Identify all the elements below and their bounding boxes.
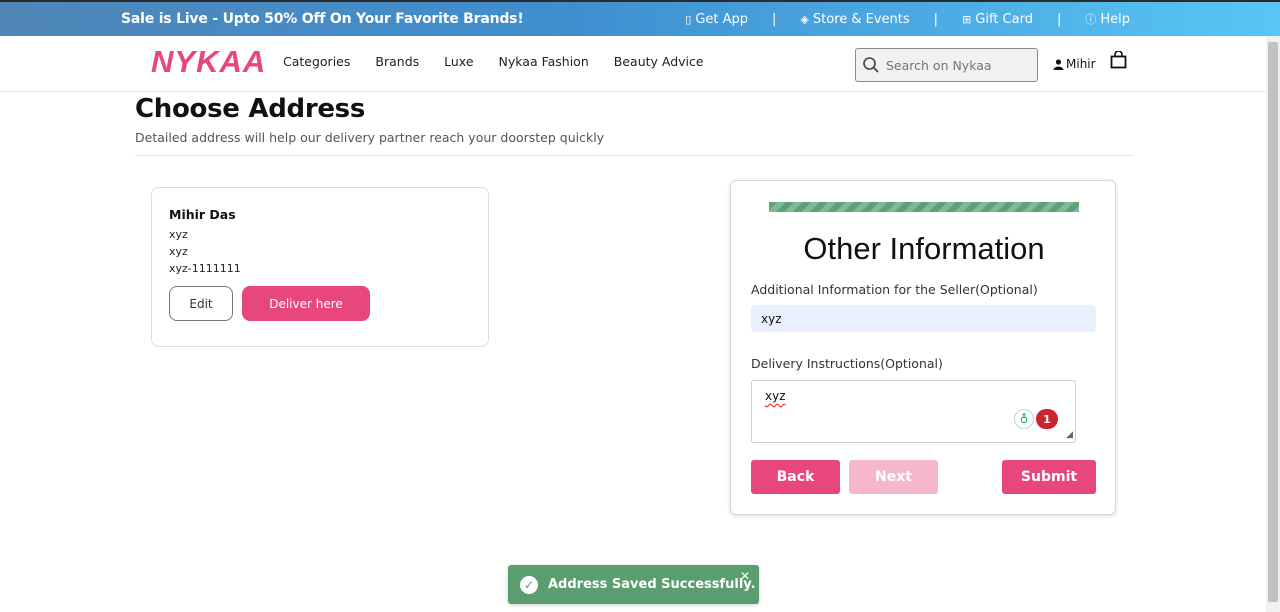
address-line: xyz — [169, 245, 188, 258]
gift-icon: ⊞ — [962, 12, 972, 26]
success-toast: ✓ Address Saved Successfully. ✕ — [508, 565, 759, 604]
scrollbar-thumb[interactable] — [1268, 42, 1278, 602]
account-button[interactable]: Mihir — [1053, 57, 1096, 71]
progress-bar — [769, 202, 1079, 212]
delivery-instructions-textarea[interactable]: xyz ♁ 1 ◢ — [751, 380, 1076, 443]
nykaa-logo[interactable]: NYKAA — [151, 44, 266, 80]
menu-item-categories[interactable]: Categories — [283, 54, 350, 69]
menu-item-luxe[interactable]: Luxe — [444, 54, 473, 69]
divider — [135, 155, 1133, 156]
other-information-card: Other Information Additional Information… — [730, 180, 1116, 515]
search-icon — [856, 56, 886, 74]
address-line: xyz — [169, 228, 188, 241]
submit-button[interactable]: Submit — [1002, 460, 1096, 494]
form-title: Other Information — [803, 231, 1045, 266]
promo-banner: Sale is Live - Upto 50% Off On Your Favo… — [0, 2, 1280, 36]
store-events-link[interactable]: ◈ Store & Events — [800, 12, 909, 27]
lightbulb-icon: ♁ — [1014, 409, 1034, 429]
help-link[interactable]: ⓘ Help — [1085, 11, 1130, 27]
saved-address-card: Mihir Das xyz xyz xyz-1111111 Edit Deliv… — [151, 187, 489, 347]
check-circle-icon: ✓ — [520, 575, 538, 594]
page-title: Choose Address — [135, 94, 366, 124]
seller-info-input[interactable] — [751, 305, 1096, 332]
page-scrollbar[interactable] — [1266, 36, 1280, 612]
location-icon: ◈ — [800, 12, 809, 26]
phone-icon: ▯ — [685, 12, 692, 26]
seller-info-label: Additional Information for the Seller(Op… — [751, 282, 1038, 297]
delivery-instructions-label: Delivery Instructions(Optional) — [751, 356, 943, 371]
next-button[interactable]: Next — [849, 460, 938, 494]
get-app-link[interactable]: ▯ Get App — [685, 12, 748, 27]
shopping-bag-icon[interactable] — [1110, 50, 1127, 73]
gift-card-label: Gift Card — [975, 11, 1033, 27]
get-app-label: Get App — [695, 11, 749, 27]
search-box[interactable] — [855, 48, 1038, 82]
main-navbar: NYKAA Categories Brands Luxe Nykaa Fashi… — [0, 36, 1266, 92]
account-name: Mihir — [1066, 57, 1096, 71]
toast-message: Address Saved Successfully. — [548, 577, 756, 592]
edit-address-button[interactable]: Edit — [169, 286, 233, 321]
search-input[interactable] — [886, 57, 1031, 73]
address-line: xyz-1111111 — [169, 262, 241, 275]
close-icon[interactable]: ✕ — [740, 569, 750, 583]
menu-item-nykaa-fashion[interactable]: Nykaa Fashion — [499, 54, 589, 69]
page-subtitle: Detailed address will help our delivery … — [135, 130, 605, 145]
menu-item-beauty-advice[interactable]: Beauty Advice — [614, 54, 704, 69]
separator: | — [772, 11, 777, 27]
separator: | — [933, 11, 939, 27]
help-label: Help — [1100, 11, 1130, 27]
store-events-label: Store & Events — [812, 11, 910, 27]
category-menu: Categories Brands Luxe Nykaa Fashion Bea… — [283, 54, 704, 69]
promo-text[interactable]: Sale is Live - Upto 50% Off On Your Favo… — [121, 11, 524, 27]
address-name: Mihir Das — [169, 207, 236, 222]
menu-item-brands[interactable]: Brands — [375, 54, 419, 69]
grammar-checker-widget[interactable]: ♁ 1 — [1014, 409, 1058, 429]
user-icon — [1053, 58, 1064, 70]
separator: | — [1056, 11, 1062, 27]
deliver-here-button[interactable]: Deliver here — [242, 286, 370, 321]
delivery-instructions-value: xyz — [765, 389, 786, 403]
promo-links: ▯ Get App | ◈ Store & Events | ⊞ Gift Ca… — [685, 11, 1130, 27]
gift-card-link[interactable]: ⊞ Gift Card — [962, 12, 1033, 27]
resize-handle-icon[interactable]: ◢ — [1066, 430, 1073, 440]
back-button[interactable]: Back — [751, 460, 840, 494]
grammar-issue-count: 1 — [1036, 409, 1058, 429]
help-icon: ⓘ — [1085, 13, 1097, 26]
